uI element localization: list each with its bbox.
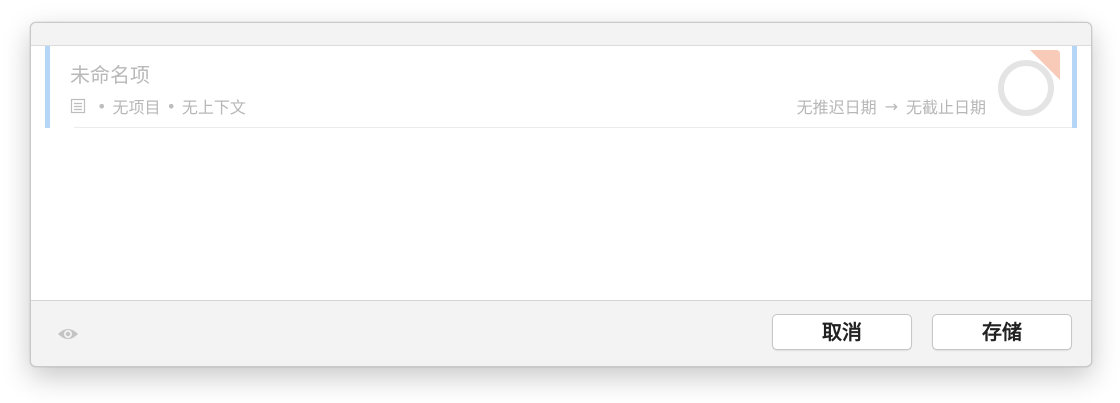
item-meta: • 无项目 • 无上下文 (70, 94, 246, 118)
separator-bullet: • (166, 96, 176, 116)
cancel-button[interactable]: 取消 (772, 314, 912, 350)
content-area: 未命名项 • 无项目 • 无上下文 无推迟日期 → 无截止日期 (31, 46, 1091, 300)
item-title-field[interactable]: 未命名项 (70, 59, 150, 88)
project-field[interactable]: 无项目 (112, 94, 160, 118)
eye-icon[interactable] (57, 326, 79, 342)
defer-date-field[interactable]: 无推迟日期 (797, 94, 877, 118)
note-icon[interactable] (70, 98, 86, 114)
separator-bullet: • (97, 96, 107, 116)
context-field[interactable]: 无上下文 (182, 94, 246, 118)
status-circle-icon[interactable] (994, 50, 1064, 116)
inspector-window: 未命名项 • 无项目 • 无上下文 无推迟日期 → 无截止日期 取消 存储 (30, 22, 1092, 367)
footer-bar: 取消 存储 (31, 300, 1091, 366)
title-bar[interactable] (31, 23, 1091, 46)
due-date-field[interactable]: 无截止日期 (906, 94, 986, 118)
date-arrow: → (884, 96, 898, 116)
item-row[interactable]: 未命名项 • 无项目 • 无上下文 无推迟日期 → 无截止日期 (45, 46, 1077, 128)
save-button[interactable]: 存储 (932, 314, 1072, 350)
item-dates: 无推迟日期 → 无截止日期 (797, 94, 986, 118)
row-divider (74, 127, 1072, 128)
